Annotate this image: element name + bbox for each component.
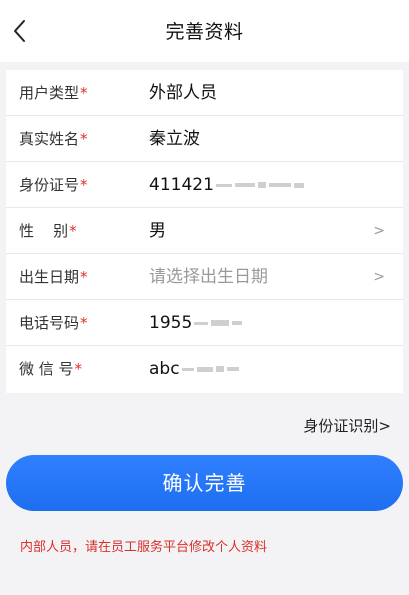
phone-row[interactable]: 电话号码* 1955 [6, 300, 403, 346]
birth-date-label: 出生日期* [19, 268, 88, 286]
birth-date-picker[interactable]: 请选择出生日期 [149, 254, 268, 300]
real-name-field[interactable]: 秦立波 [149, 116, 200, 162]
redacted-mask [215, 162, 307, 208]
gender-value: 男 [149, 221, 166, 241]
internal-staff-notice: 内部人员，请在员工服务平台修改个人资料 [20, 540, 268, 555]
gender-row[interactable]: 性 别* 男 > [6, 208, 403, 254]
phone-field[interactable]: 1955 [149, 300, 245, 346]
id-number-label: 身份证号* [19, 176, 88, 194]
real-name-label: 真实姓名* [19, 130, 88, 148]
chevron-right-icon: > [373, 223, 385, 239]
id-number-field[interactable]: 411421 [149, 162, 307, 208]
user-type-value: 外部人员 [149, 83, 217, 103]
wechat-field[interactable]: abc [149, 346, 242, 392]
user-type-label: 用户类型* [19, 84, 88, 102]
id-number-row[interactable]: 身份证号* 411421 [6, 162, 403, 208]
chevron-right-icon: > [373, 269, 385, 285]
phone-label: 电话号码* [19, 314, 88, 332]
real-name-row[interactable]: 真实姓名* 秦立波 [6, 116, 403, 162]
confirm-button[interactable]: 确认完善 [6, 455, 403, 511]
redacted-mask [181, 346, 242, 392]
profile-form: 用户类型* 外部人员 真实姓名* 秦立波 身份证号* 411421 性 别* 男… [6, 70, 403, 393]
id-card-recognize-link[interactable]: 身份证识别> [303, 415, 391, 436]
navbar: 完善资料 [0, 0, 409, 62]
wechat-row[interactable]: 微 信 号* abc [6, 346, 403, 393]
page-title: 完善资料 [165, 21, 244, 43]
user-type-row[interactable]: 用户类型* 外部人员 [6, 70, 403, 116]
redacted-mask [194, 300, 245, 346]
gender-label: 性 别* [19, 222, 77, 240]
wechat-label: 微 信 号* [19, 360, 83, 378]
birth-date-row[interactable]: 出生日期* 请选择出生日期 > [6, 254, 403, 300]
